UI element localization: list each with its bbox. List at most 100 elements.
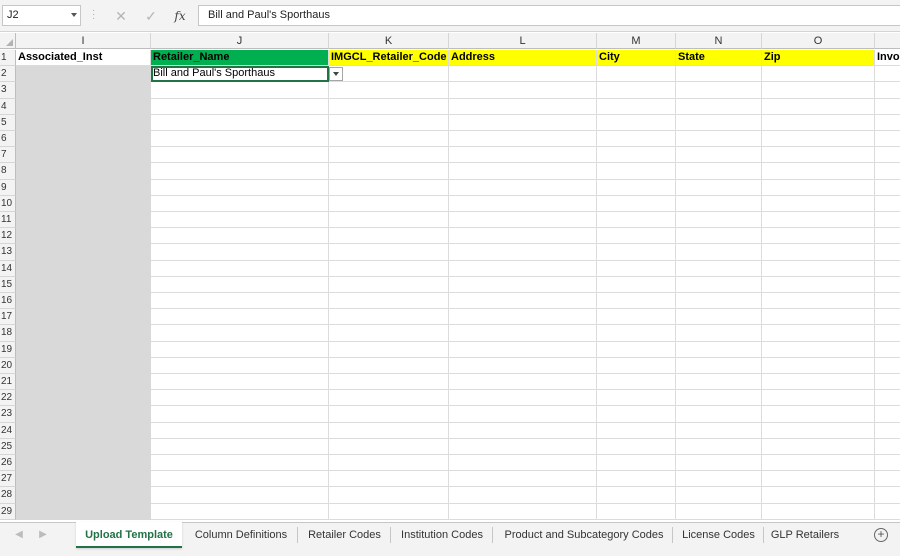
cell-l29[interactable] — [449, 503, 597, 520]
cell-i21[interactable] — [16, 374, 151, 391]
cell-n18[interactable] — [676, 325, 762, 342]
cell-o8[interactable] — [762, 163, 875, 180]
header-cell-p[interactable]: Invoi — [875, 50, 900, 67]
cell-j24[interactable] — [151, 422, 329, 439]
sheet-tab[interactable]: License Codes — [676, 523, 761, 547]
cell-l21[interactable] — [449, 374, 597, 391]
row-header[interactable]: 9 — [0, 179, 16, 196]
cell-m17[interactable] — [597, 309, 676, 326]
cell-k6[interactable] — [329, 131, 449, 148]
cell-l25[interactable] — [449, 438, 597, 455]
cell-n9[interactable] — [676, 179, 762, 196]
cell-m22[interactable] — [597, 390, 676, 407]
cell-n3[interactable] — [676, 82, 762, 99]
row-header[interactable]: 11 — [0, 212, 16, 229]
cell-p13[interactable] — [875, 244, 900, 261]
cell-j15[interactable] — [151, 276, 329, 293]
cell-i22[interactable] — [16, 390, 151, 407]
cell-i13[interactable] — [16, 244, 151, 261]
cell-n5[interactable] — [676, 114, 762, 131]
cell-k3[interactable] — [329, 82, 449, 99]
cell-m2[interactable] — [597, 66, 676, 83]
cell-m9[interactable] — [597, 179, 676, 196]
cell-n12[interactable] — [676, 228, 762, 245]
cell-m20[interactable] — [597, 357, 676, 374]
cell-j27[interactable] — [151, 471, 329, 488]
cell-l11[interactable] — [449, 212, 597, 229]
sheet-tab[interactable]: Institution Codes — [394, 523, 490, 547]
cell-p26[interactable] — [875, 455, 900, 472]
cell-m28[interactable] — [597, 487, 676, 504]
row-header[interactable]: 6 — [0, 131, 16, 148]
cell-n23[interactable] — [676, 406, 762, 423]
row-header[interactable]: 13 — [0, 244, 16, 261]
cell-l9[interactable] — [449, 179, 597, 196]
cell-k26[interactable] — [329, 455, 449, 472]
cell-k4[interactable] — [329, 98, 449, 115]
cell-n4[interactable] — [676, 98, 762, 115]
cell-p18[interactable] — [875, 325, 900, 342]
cell-j4[interactable] — [151, 98, 329, 115]
cell-i12[interactable] — [16, 228, 151, 245]
cell-k19[interactable] — [329, 341, 449, 358]
cell-p11[interactable] — [875, 212, 900, 229]
cell-k27[interactable] — [329, 471, 449, 488]
cell-j20[interactable] — [151, 357, 329, 374]
tab-scroll-right-icon[interactable]: ▶ — [36, 527, 50, 543]
row-header[interactable]: 22 — [0, 390, 16, 407]
cell-i8[interactable] — [16, 163, 151, 180]
column-header-n[interactable]: N — [676, 33, 762, 49]
cell-p4[interactable] — [875, 99, 900, 115]
name-box[interactable]: J2 — [2, 5, 81, 26]
cell-m4[interactable] — [597, 98, 676, 115]
cell-m14[interactable] — [597, 260, 676, 277]
row-header[interactable]: 10 — [0, 195, 16, 212]
header-cell-l[interactable]: Address — [449, 50, 597, 67]
cell-o18[interactable] — [762, 325, 875, 342]
column-header-o[interactable]: O — [762, 33, 875, 49]
cell-k21[interactable] — [329, 374, 449, 391]
cell-n29[interactable] — [676, 503, 762, 520]
cell-k24[interactable] — [329, 422, 449, 439]
row-header[interactable]: 21 — [0, 374, 16, 391]
cell-l6[interactable] — [449, 131, 597, 148]
cell-o26[interactable] — [762, 455, 875, 472]
cell-n17[interactable] — [676, 309, 762, 326]
cell-k9[interactable] — [329, 179, 449, 196]
header-cell-j[interactable]: Retailer_Name — [151, 50, 329, 67]
cell-p8[interactable] — [875, 163, 900, 180]
cell-n15[interactable] — [676, 276, 762, 293]
cell-j8[interactable] — [151, 163, 329, 180]
cell-l10[interactable] — [449, 195, 597, 212]
cell-o11[interactable] — [762, 212, 875, 229]
cell-m12[interactable] — [597, 228, 676, 245]
cell-p28[interactable] — [875, 487, 900, 504]
row-header[interactable]: 5 — [0, 114, 16, 131]
cell-k29[interactable] — [329, 503, 449, 520]
cell-o29[interactable] — [762, 503, 875, 520]
cell-k15[interactable] — [329, 276, 449, 293]
cell-j11[interactable] — [151, 212, 329, 229]
sheet-tab[interactable]: Product and Subcategory Codes — [498, 523, 670, 547]
cell-l5[interactable] — [449, 114, 597, 131]
cell-l14[interactable] — [449, 260, 597, 277]
cell-o22[interactable] — [762, 390, 875, 407]
cell-o12[interactable] — [762, 228, 875, 245]
cell-l28[interactable] — [449, 487, 597, 504]
row-header[interactable]: 29 — [0, 503, 16, 520]
cell-p17[interactable] — [875, 309, 900, 326]
cell-k7[interactable] — [329, 147, 449, 164]
cell-m18[interactable] — [597, 325, 676, 342]
cell-k23[interactable] — [329, 406, 449, 423]
cell-n22[interactable] — [676, 390, 762, 407]
row-header[interactable]: 4 — [0, 98, 16, 115]
cell-j18[interactable] — [151, 325, 329, 342]
cell-m10[interactable] — [597, 195, 676, 212]
cell-i15[interactable] — [16, 276, 151, 293]
cell-l19[interactable] — [449, 341, 597, 358]
cell-p20[interactable] — [875, 358, 900, 374]
cell-p15[interactable] — [875, 277, 900, 293]
cell-n7[interactable] — [676, 147, 762, 164]
cell-n11[interactable] — [676, 212, 762, 229]
row-header[interactable]: 18 — [0, 325, 16, 342]
